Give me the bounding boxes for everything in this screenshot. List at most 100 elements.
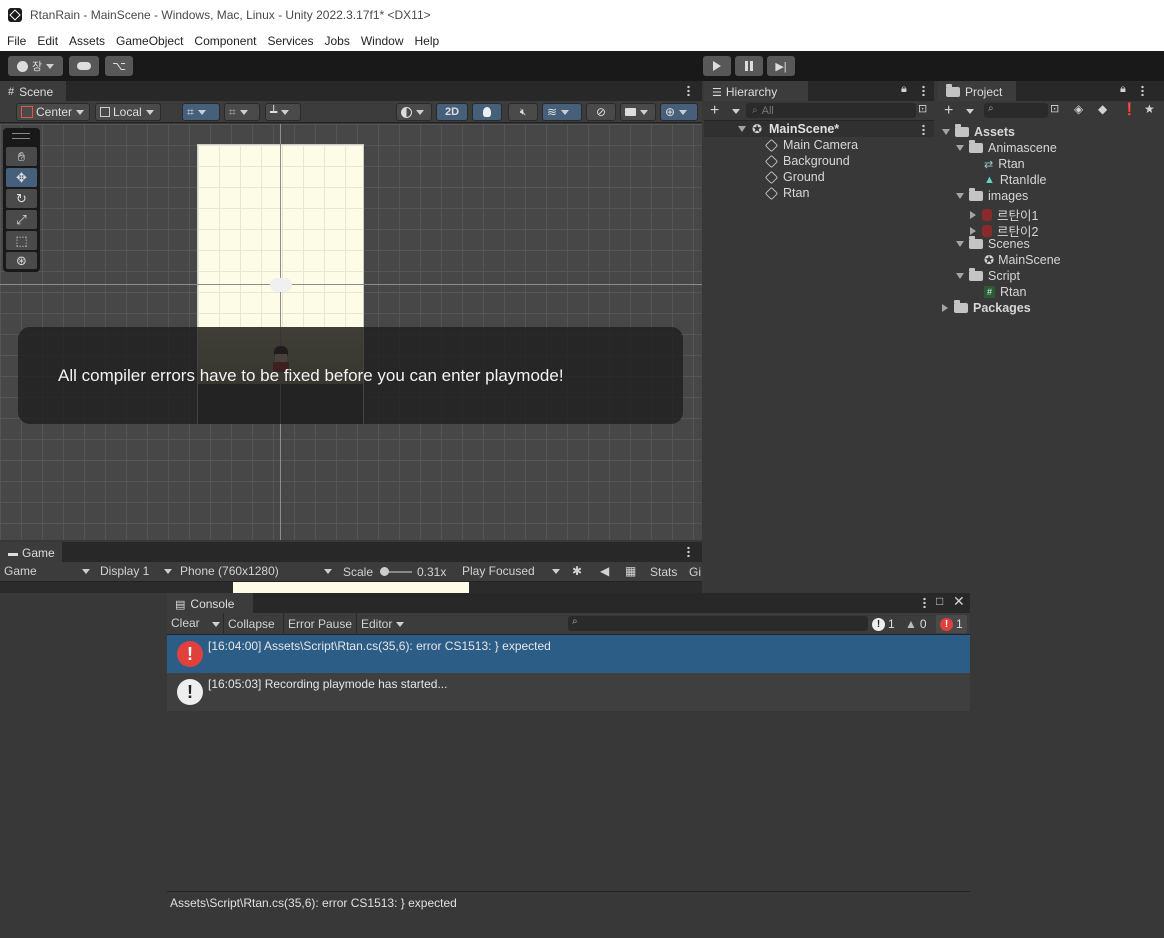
effects-dropdown[interactable]: ≋ bbox=[542, 103, 582, 121]
menu-help[interactable]: Help bbox=[415, 34, 440, 48]
drag-handle-icon[interactable] bbox=[12, 133, 30, 139]
draw-mode-dropdown[interactable] bbox=[396, 103, 432, 121]
tab-console[interactable]: ▤ Console bbox=[167, 593, 253, 613]
pivot-dropdown[interactable]: Center bbox=[16, 103, 90, 121]
close-icon[interactable]: ✕ bbox=[953, 593, 965, 610]
console-more-icon[interactable] bbox=[923, 597, 926, 608]
lock-icon[interactable]: 🔒︎ bbox=[1120, 83, 1126, 96]
menu-assets[interactable]: Assets bbox=[69, 34, 105, 48]
version-control-button[interactable]: ⌥ bbox=[105, 56, 133, 76]
project-folder-scenes[interactable]: Scenes bbox=[956, 236, 1030, 251]
expand-icon[interactable] bbox=[956, 193, 964, 199]
label-icon[interactable]: ◆ bbox=[1098, 102, 1107, 116]
search-options-icon[interactable]: ⊡ bbox=[918, 102, 927, 115]
menu-edit[interactable]: Edit bbox=[37, 34, 58, 48]
project-asset-mainscene[interactable]: ✪ MainScene bbox=[984, 253, 1061, 267]
scene-more-icon[interactable] bbox=[687, 85, 690, 96]
display-select[interactable]: Display 1 bbox=[100, 564, 172, 578]
menu-window[interactable]: Window bbox=[361, 34, 404, 48]
game-view[interactable] bbox=[0, 582, 702, 593]
warning-filter-icon[interactable]: ❗ bbox=[1122, 102, 1137, 116]
tab-project[interactable]: Project bbox=[938, 81, 1016, 101]
expand-icon[interactable] bbox=[956, 273, 964, 279]
project-asset-rtan-controller[interactable]: ⇄ Rtan bbox=[984, 157, 1025, 171]
expand-icon[interactable] bbox=[970, 226, 976, 235]
lock-icon[interactable]: 🔒︎ bbox=[901, 83, 907, 96]
play-mode-select[interactable]: Play Focused bbox=[462, 564, 560, 578]
stats-toggle[interactable]: Stats bbox=[650, 565, 677, 579]
project-folder-animascene[interactable]: Animascene bbox=[956, 140, 1057, 155]
ruler-toggle[interactable]: ┷ bbox=[265, 103, 301, 121]
tab-game[interactable]: ▬ Game bbox=[0, 542, 62, 562]
scale-slider-thumb[interactable] bbox=[380, 567, 389, 576]
editor-dropdown[interactable]: Editor bbox=[361, 617, 405, 631]
console-search-input[interactable]: ⌕ bbox=[568, 616, 868, 631]
move-tool-button[interactable]: ✥ bbox=[6, 168, 37, 187]
bug-icon[interactable]: ✱ bbox=[572, 564, 582, 578]
expand-icon[interactable] bbox=[942, 129, 950, 135]
rotate-tool-button[interactable]: ↻ bbox=[6, 189, 37, 208]
collapse-toggle[interactable]: Collapse bbox=[228, 617, 275, 631]
grid-snap-toggle[interactable]: ⌗ bbox=[182, 103, 220, 121]
project-folder-assets[interactable]: Assets bbox=[942, 124, 1015, 139]
project-folder-packages[interactable]: Packages bbox=[942, 300, 1031, 315]
view-select[interactable]: Game bbox=[4, 564, 90, 578]
log-entry-info[interactable]: ! [16:05:03] Recording playmode has star… bbox=[167, 673, 970, 711]
clear-options-icon[interactable] bbox=[212, 622, 220, 627]
space-dropdown[interactable]: Local bbox=[95, 103, 161, 121]
hierarchy-item-rtan[interactable]: Rtan bbox=[764, 186, 809, 200]
search-options-icon[interactable]: ⊡ bbox=[1050, 102, 1059, 115]
pause-button[interactable] bbox=[735, 56, 763, 76]
error-pause-toggle[interactable]: Error Pause bbox=[288, 617, 352, 631]
warning-count-toggle[interactable]: ▲ 0 bbox=[905, 615, 927, 633]
gizmos-dropdown[interactable]: ⊕ bbox=[660, 103, 698, 121]
rect-tool-button[interactable]: ⬚ bbox=[6, 231, 37, 250]
menu-file[interactable]: File bbox=[7, 34, 26, 48]
transform-tool-button[interactable]: ⊛ bbox=[6, 252, 37, 269]
account-button[interactable]: 장 bbox=[8, 56, 63, 76]
hierarchy-item-ground[interactable]: Ground bbox=[764, 170, 825, 184]
audio-icon[interactable]: ◀︎ bbox=[600, 564, 609, 578]
mode-2d-toggle[interactable]: 2D bbox=[436, 103, 468, 121]
visibility-toggle[interactable]: ⊘ bbox=[586, 103, 616, 121]
expand-icon[interactable] bbox=[738, 126, 746, 132]
resolution-select[interactable]: Phone (760x1280) bbox=[180, 564, 332, 578]
camera-dropdown[interactable] bbox=[620, 103, 656, 121]
increment-snap-toggle[interactable]: ⌗ bbox=[224, 103, 260, 121]
chevron-down-icon[interactable] bbox=[966, 109, 974, 114]
menu-component[interactable]: Component bbox=[194, 34, 256, 48]
expand-icon[interactable] bbox=[956, 241, 964, 247]
add-icon[interactable]: + bbox=[710, 102, 719, 120]
expand-icon[interactable] bbox=[942, 304, 948, 312]
favorite-icon[interactable]: ★ bbox=[1144, 102, 1155, 116]
project-folder-script[interactable]: Script bbox=[956, 268, 1020, 283]
scene-root-row[interactable]: ✪ MainScene* bbox=[704, 120, 934, 137]
clear-button[interactable]: Clear bbox=[171, 616, 200, 630]
tab-scene[interactable]: # Scene bbox=[0, 81, 66, 101]
maximize-icon[interactable]: □ bbox=[936, 594, 943, 608]
hierarchy-search-input[interactable]: ⌕ All bbox=[746, 103, 916, 118]
filter-type-icon[interactable]: ◈ bbox=[1074, 102, 1083, 116]
hierarchy-item-background[interactable]: Background bbox=[764, 154, 850, 168]
cloud-button[interactable] bbox=[69, 56, 99, 76]
lighting-toggle[interactable] bbox=[472, 103, 502, 121]
project-asset-rtan-script[interactable]: # Rtan bbox=[984, 285, 1026, 299]
project-folder-images[interactable]: images bbox=[956, 188, 1028, 203]
project-search-input[interactable]: ⌕ bbox=[984, 103, 1048, 118]
info-count-toggle[interactable]: ! 1 bbox=[872, 615, 895, 633]
expand-icon[interactable] bbox=[956, 145, 964, 151]
tab-hierarchy[interactable]: ☰ Hierarchy bbox=[704, 81, 808, 101]
hierarchy-item-main-camera[interactable]: Main Camera bbox=[764, 138, 858, 152]
menu-gameobject[interactable]: GameObject bbox=[116, 34, 183, 48]
audio-toggle[interactable]: 🔇︎ bbox=[508, 103, 538, 121]
game-gizmos-toggle[interactable]: Gi bbox=[689, 565, 701, 579]
error-count-toggle[interactable]: ! 1 bbox=[936, 615, 967, 633]
expand-icon[interactable] bbox=[970, 210, 976, 219]
menu-jobs[interactable]: Jobs bbox=[324, 34, 349, 48]
scale-tool-button[interactable]: ⤢ bbox=[6, 210, 37, 229]
hierarchy-more-icon[interactable] bbox=[922, 85, 925, 96]
step-button[interactable]: ▶| bbox=[767, 56, 795, 76]
keyboard-icon[interactable]: ▦ bbox=[625, 564, 636, 578]
play-button[interactable] bbox=[703, 56, 731, 76]
chevron-down-icon[interactable] bbox=[732, 109, 740, 114]
